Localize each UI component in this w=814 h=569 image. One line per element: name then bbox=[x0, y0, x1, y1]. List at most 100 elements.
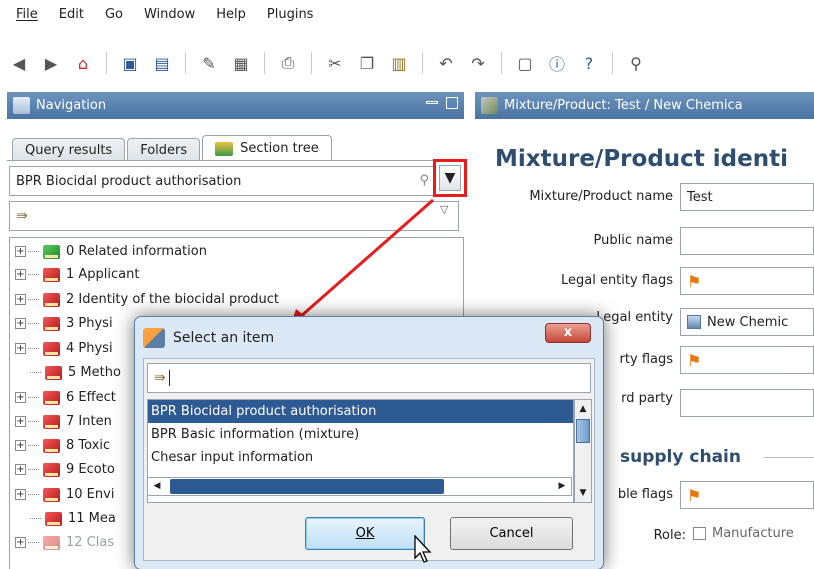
tree-item[interactable]: +0 Related information bbox=[10, 240, 207, 263]
home-icon[interactable]: ⌂ bbox=[72, 52, 94, 74]
scroll-right-icon[interactable]: ▶ bbox=[553, 478, 571, 495]
cut-icon[interactable]: ✂ bbox=[324, 52, 346, 74]
book-icon bbox=[45, 511, 62, 526]
expand-icon[interactable]: + bbox=[15, 489, 26, 500]
role-flags-field[interactable]: ⚑ bbox=[680, 481, 814, 509]
tree-filter-input[interactable]: ⇛ bbox=[9, 201, 459, 231]
tree-item[interactable]: +2 Identity of the biocidal product bbox=[10, 288, 279, 311]
link-icon[interactable]: ⚲ bbox=[625, 52, 647, 74]
menu-plugins[interactable]: Plugins bbox=[267, 7, 314, 22]
print-icon[interactable]: ⎙ bbox=[277, 52, 299, 74]
save-all-icon[interactable]: ▤ bbox=[151, 52, 173, 74]
tree-item[interactable]: +12 Clas bbox=[10, 531, 114, 554]
info-icon[interactable]: ⓘ bbox=[546, 52, 568, 74]
back-icon[interactable]: ◀ bbox=[8, 52, 30, 74]
tree-item[interactable]: +10 Envi bbox=[10, 483, 114, 506]
filter-dropdown-icon[interactable]: ▽ bbox=[440, 203, 448, 216]
checkbox-icon[interactable] bbox=[693, 527, 706, 540]
expand-icon[interactable]: + bbox=[15, 392, 26, 403]
supply-chain-title: supply chain bbox=[620, 447, 741, 467]
scroll-thumb[interactable] bbox=[576, 419, 590, 443]
template-combo-value: BPR Biocidal product authorisation bbox=[16, 173, 242, 189]
template-dropdown-button[interactable]: ▼ bbox=[433, 159, 467, 197]
cancel-button[interactable]: Cancel bbox=[450, 517, 573, 550]
expand-icon[interactable]: + bbox=[15, 440, 26, 451]
list-item[interactable]: Chesar input information bbox=[148, 446, 573, 469]
list-item[interactable]: BPR Biocidal product authorisation bbox=[148, 400, 573, 423]
expand-icon[interactable]: + bbox=[15, 416, 26, 427]
maximize-icon[interactable] bbox=[446, 97, 458, 109]
paste-icon[interactable]: ▥ bbox=[388, 52, 410, 74]
scroll-thumb[interactable] bbox=[170, 479, 444, 494]
tab-folders[interactable]: Folders bbox=[127, 138, 201, 161]
close-button[interactable]: x bbox=[545, 323, 591, 343]
filter-icon: ⇛ bbox=[16, 208, 28, 224]
mixture-name-field[interactable]: Test bbox=[680, 183, 814, 211]
toolbar-separator bbox=[501, 52, 502, 74]
tree-item[interactable]: +7 Inten bbox=[10, 410, 112, 433]
role-manufacturer-checkbox[interactable]: Manufacture bbox=[693, 526, 794, 541]
flag-icon: ⚑ bbox=[687, 350, 702, 370]
minimize-icon[interactable] bbox=[426, 101, 438, 104]
expand-icon[interactable]: + bbox=[15, 343, 26, 354]
menu-file[interactable]: File bbox=[16, 7, 38, 22]
document-icon[interactable]: ▢ bbox=[514, 52, 536, 74]
expand-icon[interactable]: + bbox=[15, 464, 26, 475]
third-party-field[interactable] bbox=[680, 389, 814, 417]
menu-help[interactable]: Help bbox=[216, 7, 246, 22]
book-icon bbox=[43, 414, 60, 429]
public-name-field[interactable] bbox=[680, 227, 814, 255]
copy-icon[interactable]: ❐ bbox=[356, 52, 378, 74]
third-party-flags-field[interactable]: ⚑ bbox=[680, 346, 814, 374]
expand-icon[interactable]: + bbox=[15, 537, 26, 548]
tree-item[interactable]: 5 Metho bbox=[10, 361, 121, 384]
expand-icon[interactable]: + bbox=[15, 294, 26, 305]
toolbar-separator bbox=[311, 52, 312, 74]
search-icon: ⚲ bbox=[419, 173, 429, 188]
mouse-cursor-icon bbox=[414, 534, 432, 563]
ok-button[interactable]: OK bbox=[305, 517, 425, 550]
expand-icon[interactable]: + bbox=[15, 318, 26, 329]
tree-item[interactable]: +4 Physi bbox=[10, 337, 113, 360]
legal-entity-flags-field[interactable]: ⚑ bbox=[680, 267, 814, 295]
tree-item-label: 2 Identity of the biocidal product bbox=[66, 292, 280, 307]
expand-icon[interactable]: + bbox=[15, 246, 26, 257]
toolbar-separator bbox=[106, 52, 107, 74]
redo-icon[interactable]: ↷ bbox=[467, 52, 489, 74]
help-icon[interactable]: ? bbox=[578, 52, 600, 74]
tree-item[interactable]: +9 Ecoto bbox=[10, 458, 115, 481]
template-combo[interactable]: BPR Biocidal product authorisation ⚲ bbox=[9, 166, 436, 196]
forward-icon[interactable]: ▶ bbox=[40, 52, 62, 74]
vertical-scrollbar[interactable]: ▲ ▼ bbox=[574, 399, 592, 503]
mixture-name-value: Test bbox=[687, 189, 713, 205]
tab-label: Query results bbox=[25, 142, 113, 158]
book-icon bbox=[43, 390, 60, 405]
edit-icon[interactable]: ✎ bbox=[198, 52, 220, 74]
tree-item[interactable]: +8 Toxic bbox=[10, 434, 110, 457]
scroll-left-icon[interactable]: ◀ bbox=[148, 478, 166, 495]
tree-item[interactable]: +3 Physi bbox=[10, 312, 113, 335]
dialog-filter-input[interactable]: ⇛ bbox=[147, 363, 591, 393]
tree-item[interactable]: +1 Applicant bbox=[10, 263, 139, 286]
legal-entity-field[interactable]: New Chemic bbox=[680, 308, 814, 336]
scroll-down-icon[interactable]: ▼ bbox=[575, 484, 591, 502]
tab-query-results[interactable]: Query results bbox=[12, 138, 126, 161]
horizontal-scrollbar[interactable]: ◀ ▶ bbox=[147, 477, 572, 496]
save-icon[interactable]: ▣ bbox=[119, 52, 141, 74]
navigation-header: Navigation bbox=[7, 92, 464, 119]
document-header-title: Mixture/Product: Test / New Chemica bbox=[504, 98, 743, 113]
menu-edit[interactable]: Edit bbox=[59, 7, 84, 22]
scroll-up-icon[interactable]: ▲ bbox=[575, 400, 591, 418]
book-icon bbox=[43, 462, 60, 477]
undo-icon[interactable]: ↶ bbox=[435, 52, 457, 74]
menu-go[interactable]: Go bbox=[105, 7, 123, 22]
tree-item-label: 4 Physi bbox=[66, 341, 113, 356]
tree-item[interactable]: +6 Effect bbox=[10, 386, 116, 409]
expand-icon[interactable]: + bbox=[15, 269, 26, 280]
menu-window[interactable]: Window bbox=[144, 7, 195, 22]
list-item[interactable]: BPR Basic information (mixture) bbox=[148, 423, 573, 446]
tab-section-tree[interactable]: Section tree bbox=[202, 135, 332, 161]
books-icon bbox=[215, 141, 234, 156]
preview-icon[interactable]: ▦ bbox=[230, 52, 252, 74]
tree-item[interactable]: 11 Mea bbox=[10, 507, 116, 530]
